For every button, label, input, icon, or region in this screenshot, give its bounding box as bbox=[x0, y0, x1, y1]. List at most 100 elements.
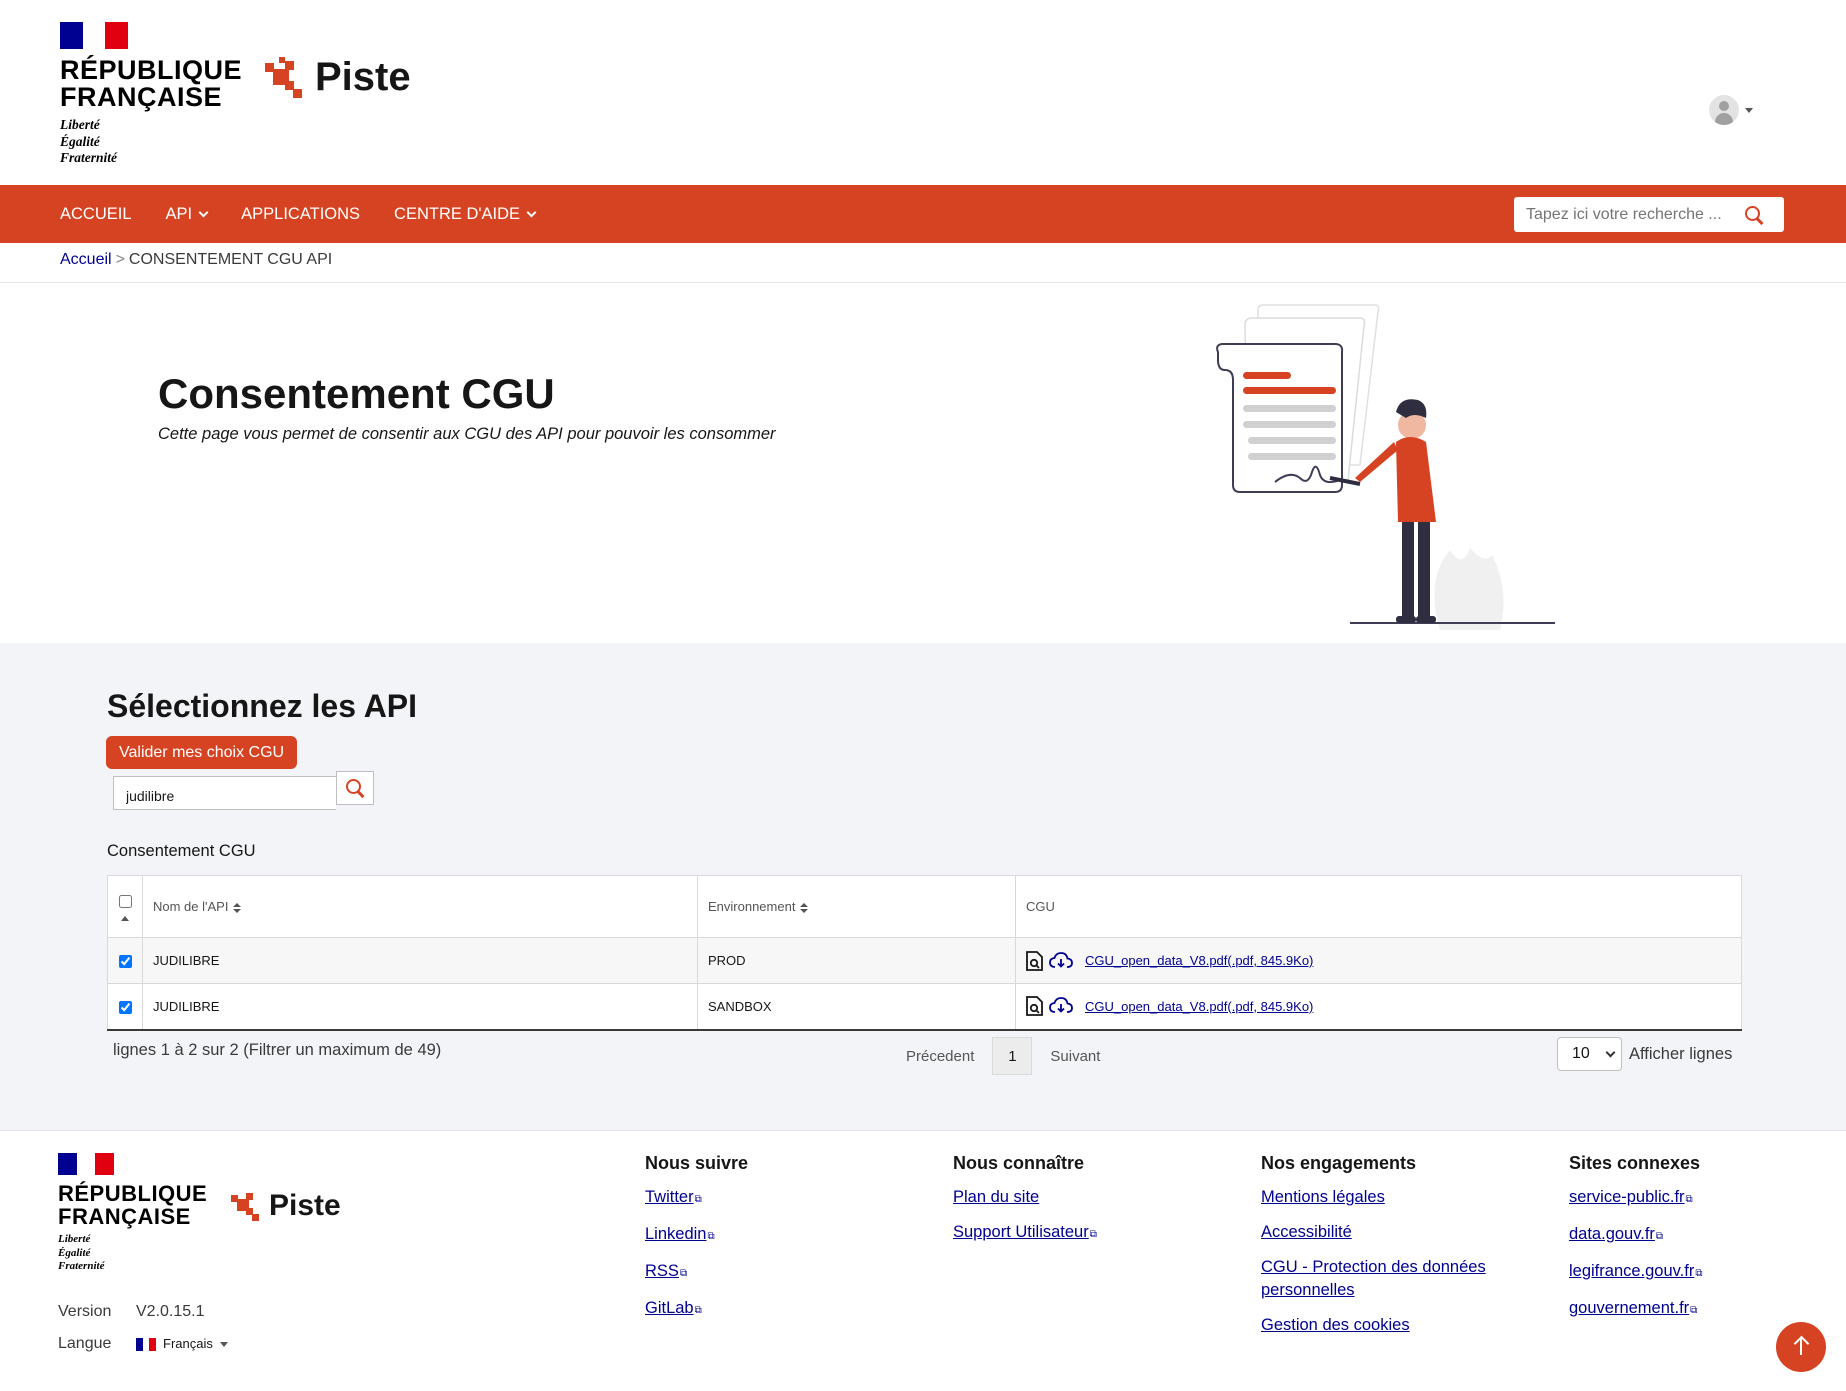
column-header-environment[interactable]: Environnement bbox=[697, 875, 1016, 938]
footer-link-cgu-protection[interactable]: CGU - Protection des données personnelle… bbox=[1261, 1256, 1521, 1302]
footer-link-gitlab[interactable]: GitLab⧉ bbox=[645, 1297, 748, 1322]
page-subtitle: Cette page vous permet de consentir aux … bbox=[158, 425, 776, 443]
footer-column-nos-engagements: Nos engagements Mentions légales Accessi… bbox=[1261, 1153, 1521, 1349]
column-header-cgu: CGU bbox=[1015, 875, 1742, 938]
user-avatar-icon[interactable] bbox=[1709, 95, 1739, 125]
api-filter-input[interactable] bbox=[113, 776, 336, 810]
validate-cgu-button[interactable]: Valider mes choix CGU bbox=[106, 736, 298, 769]
page-title: Consentement CGU bbox=[158, 370, 555, 417]
footer-link-mentions-legales[interactable]: Mentions légales bbox=[1261, 1186, 1521, 1209]
environment-cell: SANDBOX bbox=[697, 983, 1016, 1031]
republique-motto: Liberté Égalité Fraternité bbox=[60, 117, 118, 165]
table-caption: Consentement CGU bbox=[107, 842, 256, 860]
row-checkbox[interactable] bbox=[118, 1000, 132, 1014]
preview-document-icon[interactable] bbox=[1026, 950, 1043, 971]
footer-link-legifrance[interactable]: legifrance.gouv.fr⧉ bbox=[1569, 1260, 1703, 1285]
republique-francaise-logo[interactable]: RÉPUBLIQUE FRANÇAISE Liberté Égalité Fra… bbox=[60, 22, 242, 167]
piste-logo-icon bbox=[265, 56, 305, 99]
next-page-button[interactable]: Suivant bbox=[1050, 1048, 1100, 1065]
caret-down-icon bbox=[1745, 107, 1753, 113]
footer-link-support[interactable]: Support Utilisateur⧉ bbox=[953, 1221, 1097, 1246]
breadcrumb-current: CONSENTEMENT CGU API bbox=[128, 251, 333, 268]
sort-icon bbox=[233, 902, 242, 913]
cloud-download-icon[interactable] bbox=[1049, 951, 1073, 970]
contract-signing-illustration bbox=[1216, 304, 1555, 630]
footer-column-nous-connaitre: Nous connaître Plan du site Support Util… bbox=[953, 1153, 1097, 1258]
language-label: Langue bbox=[58, 1335, 112, 1352]
environment-cell: PROD bbox=[697, 937, 1016, 984]
pagination: Précedent 1 Suivant bbox=[906, 1037, 1100, 1075]
marianne-flag-icon bbox=[58, 1153, 114, 1175]
sort-asc-icon[interactable] bbox=[121, 915, 129, 921]
scroll-to-top-button[interactable] bbox=[1776, 1322, 1826, 1372]
sort-icon bbox=[800, 902, 809, 913]
footer-link-linkedin[interactable]: Linkedin⧉ bbox=[645, 1223, 748, 1248]
footer-republique-logo[interactable]: RÉPUBLIQUE FRANÇAISE Liberté Égalité Fra… bbox=[58, 1153, 207, 1274]
footer-link-data-gouv[interactable]: data.gouv.fr⧉ bbox=[1569, 1223, 1703, 1248]
caret-down-icon bbox=[219, 1341, 228, 1347]
row-checkbox[interactable] bbox=[118, 955, 132, 969]
site-header: RÉPUBLIQUE FRANÇAISE Liberté Égalité Fra… bbox=[0, 0, 1846, 185]
external-link-icon: ⧉ bbox=[1655, 1231, 1664, 1242]
external-link-icon: ⧉ bbox=[1695, 1268, 1703, 1279]
user-menu[interactable] bbox=[1709, 95, 1753, 125]
divider bbox=[0, 282, 1846, 283]
footer-column-sites-connexes: Sites connexes service-public.fr⧉ data.g… bbox=[1569, 1153, 1703, 1334]
cloud-download-icon[interactable] bbox=[1049, 997, 1073, 1015]
table-row: JUDILIBRE SANDBOX CGU_open_data_V8.pdf(.… bbox=[107, 983, 1742, 1031]
search-icon bbox=[345, 778, 365, 798]
search-icon[interactable] bbox=[1744, 205, 1764, 225]
french-flag-icon bbox=[136, 1337, 157, 1351]
filter-search-button[interactable] bbox=[336, 771, 374, 805]
chevron-down-icon bbox=[198, 207, 209, 217]
cgu-cell: CGU_open_data_V8.pdf(.pdf, 845.9Ko) bbox=[1015, 937, 1742, 984]
api-selection-section: Sélectionnez les API Valider mes choix C… bbox=[0, 643, 1846, 1130]
footer-link-cookies[interactable]: Gestion des cookies bbox=[1261, 1314, 1521, 1337]
external-link-icon: ⧉ bbox=[707, 1231, 715, 1242]
nav-item-centre-aide[interactable]: CENTRE D'AIDE bbox=[394, 205, 537, 224]
external-link-icon: ⧉ bbox=[1685, 1194, 1693, 1205]
section-title: Sélectionnez les API bbox=[107, 688, 418, 724]
piste-logo-icon bbox=[231, 1190, 261, 1222]
select-all-checkbox[interactable] bbox=[118, 894, 132, 908]
piste-logo[interactable]: Piste bbox=[265, 55, 411, 100]
api-name-cell: JUDILIBRE bbox=[142, 937, 698, 984]
preview-document-icon[interactable] bbox=[1026, 996, 1043, 1017]
page-size-control: 10 Afficher lignes bbox=[1557, 1037, 1732, 1071]
page-size-select[interactable]: 10 bbox=[1557, 1037, 1622, 1071]
footer-link-twitter[interactable]: Twitter⧉ bbox=[645, 1186, 748, 1211]
republique-francaise-name: RÉPUBLIQUE FRANÇAISE bbox=[60, 55, 243, 112]
footer-link-plan-du-site[interactable]: Plan du site bbox=[953, 1186, 1097, 1209]
footer-link-accessibilite[interactable]: Accessibilité bbox=[1261, 1221, 1521, 1244]
chevron-down-icon bbox=[526, 207, 537, 217]
language-selector[interactable]: Français bbox=[136, 1328, 228, 1360]
main-navigation: ACCUEIL API APPLICATIONS CENTRE D'AIDE bbox=[0, 185, 1846, 243]
column-header-name[interactable]: Nom de l'API bbox=[142, 875, 698, 938]
api-filter bbox=[113, 771, 374, 810]
page-number-button[interactable]: 1 bbox=[992, 1037, 1033, 1075]
footer-link-gouvernement[interactable]: gouvernement.fr⧉ bbox=[1569, 1297, 1703, 1322]
footer-column-nous-suivre: Nous suivre Twitter⧉ Linkedin⧉ RSS⧉ GitL… bbox=[645, 1153, 748, 1334]
footer-link-service-public[interactable]: service-public.fr⧉ bbox=[1569, 1186, 1703, 1211]
nav-item-applications[interactable]: APPLICATIONS bbox=[241, 205, 360, 224]
nav-item-api[interactable]: API bbox=[166, 205, 209, 224]
footer-piste-logo[interactable]: Piste bbox=[231, 1189, 341, 1223]
version-label: Version bbox=[58, 1303, 112, 1320]
nav-item-accueil[interactable]: ACCUEIL bbox=[60, 205, 132, 224]
site-search-input[interactable] bbox=[1514, 205, 1744, 224]
breadcrumb: Accueil > CONSENTEMENT CGU API bbox=[60, 251, 332, 269]
breadcrumb-separator: > bbox=[115, 251, 125, 268]
version-value: V2.0.15.1 bbox=[136, 1303, 205, 1320]
pagination-info: lignes 1 à 2 sur 2 (Filtrer un maximum d… bbox=[113, 1041, 442, 1059]
piste-brand-name: Piste bbox=[315, 55, 411, 99]
external-link-icon: ⧉ bbox=[1690, 1305, 1698, 1316]
cgu-document-link[interactable]: CGU_open_data_V8.pdf(.pdf, 845.9Ko) bbox=[1085, 953, 1313, 968]
site-search bbox=[1514, 197, 1784, 232]
footer-link-rss[interactable]: RSS⧉ bbox=[645, 1260, 748, 1285]
cgu-document-link[interactable]: CGU_open_data_V8.pdf(.pdf, 845.9Ko) bbox=[1085, 999, 1313, 1014]
piste-brand-name: Piste bbox=[269, 1189, 341, 1222]
breadcrumb-home-link[interactable]: Accueil bbox=[60, 251, 112, 268]
cgu-cell: CGU_open_data_V8.pdf(.pdf, 845.9Ko) bbox=[1015, 983, 1742, 1031]
external-link-icon: ⧉ bbox=[679, 1268, 688, 1279]
previous-page-button[interactable]: Précedent bbox=[906, 1048, 974, 1065]
